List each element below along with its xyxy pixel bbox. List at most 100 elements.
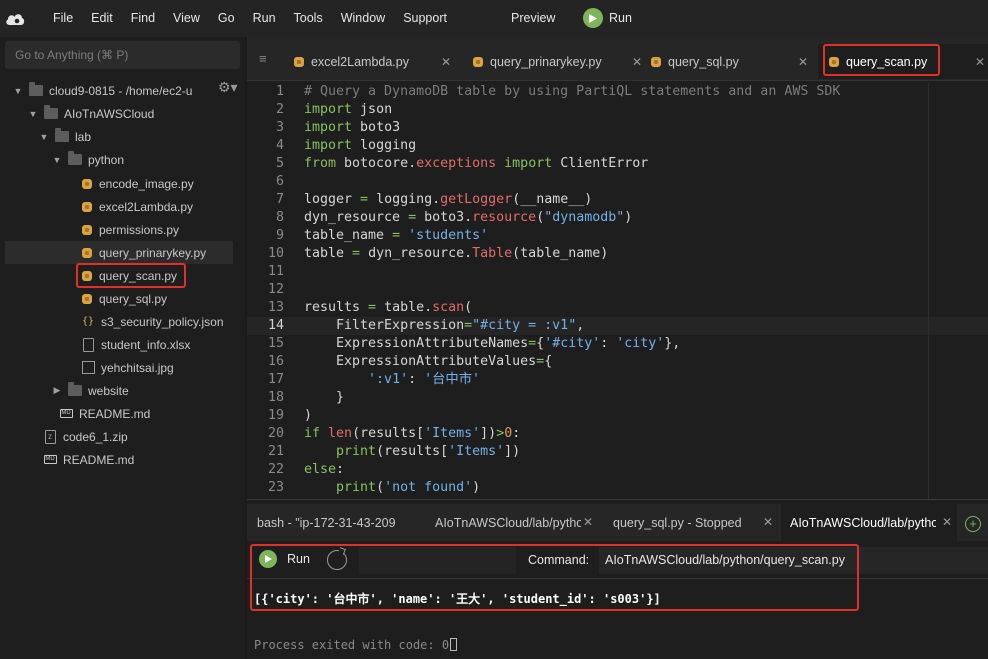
code-editor[interactable]: ≡ excel2Lambda.py ✕ query_prinarykey.py … bbox=[247, 37, 988, 499]
line-number: 20 bbox=[267, 426, 284, 441]
tree-item-lab[interactable]: ▼ lab bbox=[5, 125, 233, 148]
tree-item-permissions[interactable]: permissions.py bbox=[5, 218, 233, 241]
tree-item-query-scan[interactable]: query_scan.py bbox=[5, 264, 233, 287]
tree-item-label: yehchitsai.jpg bbox=[101, 360, 174, 375]
line-number: 15 bbox=[267, 336, 284, 351]
menu-support[interactable]: Support bbox=[394, 0, 456, 37]
tree-item-aiotnawscloud[interactable]: ▼ AIoTnAWSCloud bbox=[5, 102, 233, 125]
new-tab-plus-icon[interactable]: + bbox=[965, 516, 981, 532]
code-line: import boto3 bbox=[304, 120, 401, 135]
code-line: # Query a DynamoDB table by using PartiQ… bbox=[304, 84, 841, 99]
python-file-icon bbox=[81, 247, 93, 259]
tree-item-encode-image[interactable]: encode_image.py bbox=[5, 172, 233, 195]
menu-view[interactable]: View bbox=[164, 0, 209, 37]
code-line: } bbox=[304, 390, 345, 405]
tab-query-scan[interactable]: query_scan.py ✕ bbox=[818, 44, 988, 79]
code-line: logger = logging.getLogger(__name__) bbox=[304, 192, 593, 207]
terminal-panel: bash - "ip-172-31-43-209 AIoTnAWSCloud/l… bbox=[247, 499, 988, 659]
tree-item-label: website bbox=[88, 383, 129, 398]
code-line: from botocore.exceptions import ClientEr… bbox=[304, 156, 649, 171]
menu-edit[interactable]: Edit bbox=[82, 0, 122, 37]
close-icon[interactable]: ✕ bbox=[632, 55, 642, 69]
command-input[interactable]: AIoTnAWSCloud/lab/python/query_scan.py bbox=[599, 547, 988, 574]
restart-icon[interactable] bbox=[327, 550, 347, 570]
command-label: Command: bbox=[528, 553, 590, 567]
json-file-icon: {} bbox=[81, 316, 95, 327]
line-number: 16 bbox=[267, 354, 284, 369]
menu-window[interactable]: Window bbox=[332, 0, 394, 37]
python-file-icon bbox=[81, 293, 93, 305]
close-icon[interactable]: ✕ bbox=[798, 55, 808, 69]
tree-item-readme-root[interactable]: MD README.md bbox=[5, 448, 233, 471]
tree-item-query-sql[interactable]: query_sql.py bbox=[5, 287, 233, 310]
folder-icon bbox=[44, 105, 58, 119]
runner-select[interactable] bbox=[359, 547, 516, 574]
tab-runner-active[interactable]: AIoTnAWSCloud/lab/pytho ✕ bbox=[781, 504, 957, 541]
python-file-icon bbox=[828, 56, 840, 68]
line-number: 13 bbox=[267, 300, 284, 315]
preview-button[interactable]: Preview bbox=[511, 0, 555, 37]
tab-label: AIoTnAWSCloud/lab/pytho bbox=[790, 515, 936, 530]
tab-label: query_sql.py - Stopped bbox=[613, 515, 742, 530]
close-icon[interactable]: ✕ bbox=[975, 55, 985, 69]
tree-item-cloud9-root[interactable]: ▼ cloud9-0815 - /home/ec2-u bbox=[5, 79, 233, 102]
python-file-icon bbox=[650, 56, 662, 68]
tree-item-student-info[interactable]: student_info.xlsx bbox=[5, 333, 233, 356]
close-icon[interactable]: ✕ bbox=[441, 55, 451, 69]
tab-bash[interactable]: bash - "ip-172-31-43-209 bbox=[247, 504, 425, 541]
run-button-label: Run bbox=[287, 552, 310, 566]
folder-icon bbox=[29, 82, 43, 96]
print-margin-line bbox=[928, 83, 929, 499]
folder-icon bbox=[68, 151, 82, 165]
line-number: 4 bbox=[275, 138, 284, 153]
code-line: table_name = 'students' bbox=[304, 228, 489, 243]
tree-item-query-prinarykey[interactable]: query_prinarykey.py bbox=[5, 241, 233, 264]
tab-query-sql[interactable]: query_sql.py ✕ bbox=[650, 44, 810, 79]
tab-label: excel2Lambda.py bbox=[311, 54, 409, 69]
tab-runner-1[interactable]: AIoTnAWSCloud/lab/pytho ✕ bbox=[425, 504, 595, 541]
code-area[interactable]: 1 # Query a DynamoDB table by using Parti… bbox=[247, 83, 988, 499]
menu-tools[interactable]: Tools bbox=[285, 0, 332, 37]
tree-item-yehchitsai[interactable]: yehchitsai.jpg bbox=[5, 356, 233, 379]
tree-item-label: cloud9-0815 - /home/ec2-u bbox=[49, 83, 193, 98]
cloud9-logo-icon[interactable] bbox=[3, 9, 27, 29]
tab-list-icon[interactable]: ≡ bbox=[259, 51, 267, 66]
close-icon[interactable]: ✕ bbox=[942, 515, 952, 529]
tree-item-code6-zip[interactable]: z code6_1.zip bbox=[5, 425, 233, 448]
menu-find[interactable]: Find bbox=[122, 0, 164, 37]
tab-excel2lambda[interactable]: excel2Lambda.py ✕ bbox=[293, 44, 453, 79]
runner-run-button[interactable]: Run bbox=[259, 550, 310, 568]
folder-icon bbox=[68, 382, 82, 396]
tree-item-readme-lab[interactable]: MD README.md bbox=[5, 402, 233, 425]
tab-label: AIoTnAWSCloud/lab/pytho bbox=[435, 515, 581, 530]
menu-run[interactable]: Run bbox=[244, 0, 285, 37]
exit-message: Process exited with code: 0 bbox=[254, 638, 450, 652]
menu-file[interactable]: File bbox=[41, 0, 82, 37]
code-line: ExpressionAttributeNames={'#city': 'city… bbox=[304, 336, 681, 351]
markdown-file-icon: MD bbox=[43, 455, 57, 464]
run-button[interactable]: Run bbox=[583, 8, 632, 28]
line-number: 6 bbox=[275, 174, 284, 189]
folder-icon bbox=[55, 128, 69, 142]
editor-tab-bar: ≡ excel2Lambda.py ✕ query_prinarykey.py … bbox=[247, 37, 988, 81]
line-number: 10 bbox=[267, 246, 284, 261]
tree-item-label: student_info.xlsx bbox=[101, 337, 191, 352]
go-to-anything-input[interactable]: Go to Anything (⌘ P) bbox=[5, 41, 240, 69]
terminal-output: [{'city': '台中市', 'name': '王大', 'student_… bbox=[254, 592, 661, 606]
tab-query-prinarykey[interactable]: query_prinarykey.py ✕ bbox=[472, 44, 642, 79]
tree-item-label: README.md bbox=[63, 452, 135, 467]
menu-go[interactable]: Go bbox=[209, 0, 244, 37]
markdown-file-icon: MD bbox=[59, 409, 73, 418]
tree-item-label: python bbox=[88, 152, 125, 167]
tree-item-excel2lambda[interactable]: excel2Lambda.py bbox=[5, 195, 233, 218]
tree-item-python[interactable]: ▼ python bbox=[5, 148, 233, 171]
code-line: ) bbox=[304, 408, 313, 423]
close-icon[interactable]: ✕ bbox=[763, 515, 773, 529]
close-icon[interactable]: ✕ bbox=[583, 515, 593, 529]
play-icon bbox=[583, 8, 603, 28]
line-number: 14 bbox=[267, 318, 284, 333]
tree-item-s3-policy[interactable]: {} s3_security_policy.json bbox=[5, 310, 233, 333]
tab-query-sql-stopped[interactable]: query_sql.py - Stopped ✕ bbox=[603, 504, 779, 541]
line-number: 17 bbox=[267, 372, 284, 387]
tree-item-website[interactable]: ▶ website bbox=[5, 379, 233, 402]
